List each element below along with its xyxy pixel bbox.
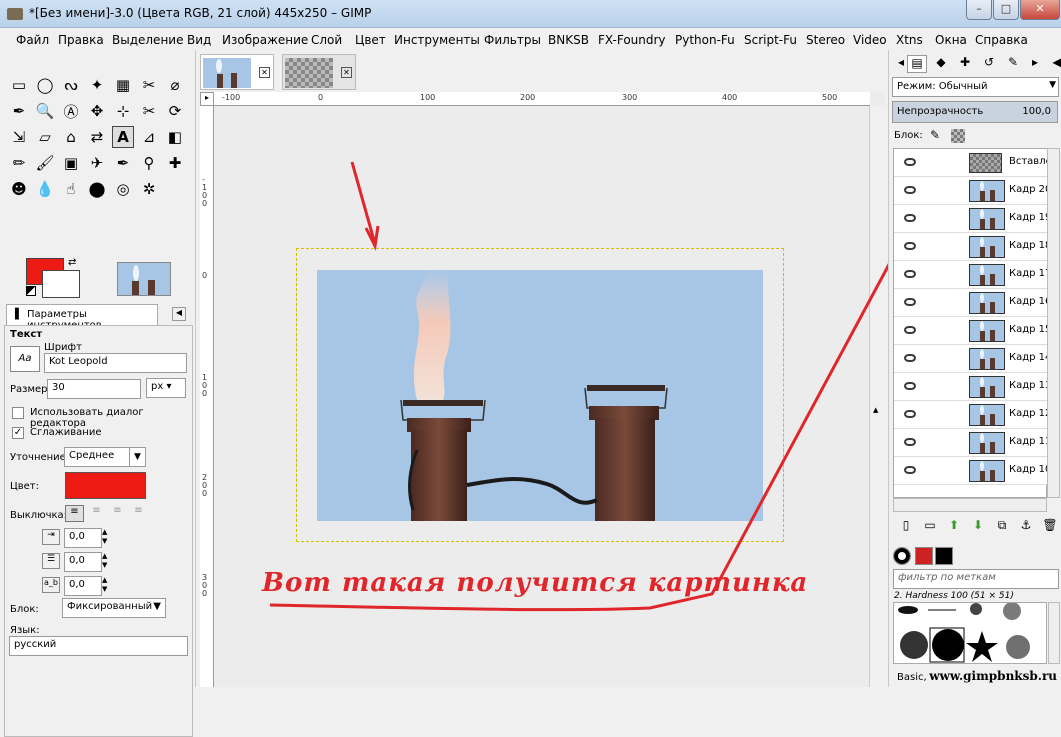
layer-name[interactable]: Кадр 16 — [1009, 296, 1051, 307]
layer-row[interactable]: Вставле — [894, 149, 1052, 177]
brush-grid[interactable] — [893, 602, 1047, 664]
tab-brushes[interactable] — [893, 547, 911, 565]
paths-tab-icon[interactable]: ✚ — [955, 55, 975, 73]
lower-layer-icon[interactable]: ⬇ — [969, 518, 987, 536]
brush-filter-input[interactable]: фильтр по меткам — [893, 569, 1059, 589]
eye-icon[interactable] — [904, 410, 916, 418]
layer-name[interactable]: Кадр 12 — [1009, 408, 1051, 419]
layer-name[interactable]: Кадр 14 — [1009, 352, 1051, 363]
layer-thumbnail — [969, 404, 1005, 426]
layer-row[interactable]: Кадр 15 — [894, 317, 1051, 345]
layer-thumbnail — [969, 320, 1005, 342]
eye-icon[interactable] — [904, 298, 916, 306]
dock-scroll-right-icon[interactable]: ▸ — [1025, 55, 1045, 73]
delete-layer-icon[interactable]: 🗑 — [1041, 518, 1059, 536]
tab-gradients[interactable] — [935, 547, 953, 565]
eye-icon[interactable] — [904, 158, 916, 166]
layer-row[interactable]: Кадр 20 — [894, 177, 1051, 205]
eye-icon[interactable] — [904, 382, 916, 390]
opacity-value: 100,0 — [1022, 106, 1051, 117]
layer-row[interactable]: Кадр 16 — [894, 289, 1051, 317]
raise-layer-icon[interactable]: ⬆ — [945, 518, 963, 536]
opacity-label: Непрозрачность — [897, 106, 984, 117]
eye-icon[interactable] — [904, 354, 916, 362]
watermark: www.gimpbnksb.ru — [929, 669, 1057, 683]
layer-name[interactable]: Кадр 13 — [1009, 380, 1051, 391]
eye-icon[interactable] — [904, 186, 916, 194]
layer-row[interactable]: Кадр 17 — [894, 261, 1051, 289]
layer-row[interactable]: Кадр 14 — [894, 345, 1051, 373]
eye-icon[interactable] — [904, 214, 916, 222]
arrow-to-layer — [350, 161, 377, 245]
layer-row[interactable]: Кадр 11 — [894, 429, 1051, 457]
layer-name[interactable]: Кадр 18 — [1009, 240, 1051, 251]
lock-pixels-icon[interactable]: ✎ — [930, 128, 940, 142]
layer-row[interactable]: Кадр 12 — [894, 401, 1051, 429]
opacity-slider[interactable]: Непрозрачность 100,0 — [892, 101, 1058, 123]
layer-mode-select[interactable]: Режим: Обычный ▼ — [892, 77, 1059, 97]
layer-thumbnail — [969, 180, 1005, 202]
layer-name[interactable]: Кадр 20 — [1009, 184, 1051, 195]
duplicate-layer-icon[interactable]: ⧉ — [993, 518, 1011, 536]
chevron-down-icon: ▼ — [1049, 80, 1056, 90]
layers-h-scrollbar[interactable] — [893, 498, 1047, 512]
new-group-icon[interactable]: ▭ — [921, 518, 939, 536]
anchor-layer-icon[interactable]: ⚓ — [1017, 518, 1035, 536]
layer-thumbnail — [969, 376, 1005, 398]
layer-row[interactable]: Кадр 13 — [894, 373, 1051, 401]
current-brush-label: 2. Hardness 100 (51 × 51) — [894, 591, 1014, 601]
layer-thumbnail — [969, 208, 1005, 230]
dock-menu-icon[interactable]: ◀ — [1047, 55, 1061, 73]
eye-icon[interactable] — [904, 242, 916, 250]
brushes-tabs — [891, 545, 1059, 567]
new-layer-icon[interactable]: ▯ — [897, 518, 915, 536]
layer-name[interactable]: Кадр 15 — [1009, 324, 1051, 335]
layer-name[interactable]: Кадр 19 — [1009, 212, 1051, 223]
layer-thumbnail — [969, 348, 1005, 370]
undo-tab-icon[interactable]: ↺ — [979, 55, 999, 73]
eye-icon[interactable] — [904, 466, 916, 474]
layer-thumbnail — [969, 292, 1005, 314]
layer-thumbnail — [969, 264, 1005, 286]
brush-mode-label: Basic, — [897, 672, 927, 683]
lock-label: Блок: — [894, 130, 923, 141]
eye-icon[interactable] — [904, 270, 916, 278]
layer-thumbnail — [969, 432, 1005, 454]
layer-name[interactable]: Кадр 17 — [1009, 268, 1051, 279]
layer-row[interactable]: Кадр 10 — [894, 457, 1051, 485]
layer-thumbnail — [969, 153, 1002, 173]
layer-mode-value: Режим: Обычный — [897, 81, 988, 92]
layer-thumbnail — [969, 236, 1005, 258]
layer-name[interactable]: Вставле — [1009, 156, 1052, 167]
layer-thumbnail — [969, 460, 1005, 482]
brush-tab-icon[interactable]: ✎ — [1003, 55, 1023, 73]
layer-name[interactable]: Кадр 11 — [1009, 436, 1051, 447]
eye-icon[interactable] — [904, 326, 916, 334]
lock-alpha-icon[interactable] — [951, 129, 965, 143]
eye-icon[interactable] — [904, 438, 916, 446]
channels-tab-icon[interactable]: ◆ — [931, 55, 951, 73]
layer-name[interactable]: Кадр 10 — [1009, 464, 1051, 475]
brush-scrollbar[interactable] — [1048, 602, 1060, 664]
layers-tab-icon[interactable]: ▤ — [907, 55, 927, 73]
layers-scrollbar[interactable] — [1047, 148, 1060, 498]
layer-row[interactable]: Кадр 18 — [894, 233, 1051, 261]
layer-row[interactable]: Кадр 19 — [894, 205, 1051, 233]
annotation-caption: Вот такая получится картинка — [262, 568, 809, 598]
tab-patterns[interactable] — [915, 547, 933, 565]
